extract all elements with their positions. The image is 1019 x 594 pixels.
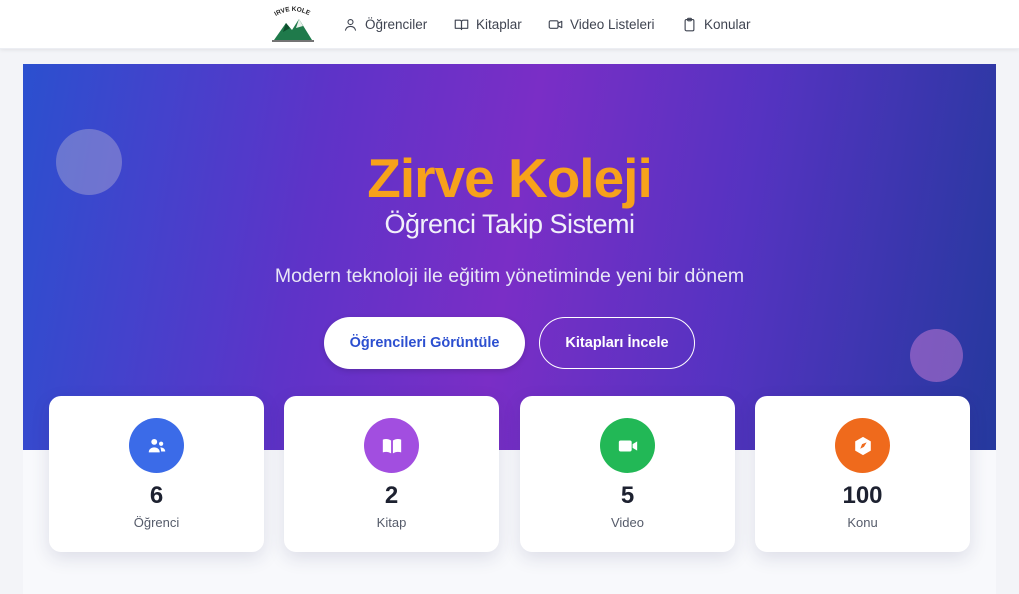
logo-icon[interactable]: ZIRVE KOLEJI <box>268 4 318 44</box>
users-icon <box>129 418 184 473</box>
decorative-circle <box>910 329 963 382</box>
nav-item-video-listeleri[interactable]: Video Listeleri <box>548 14 655 34</box>
stat-value: 2 <box>384 482 399 509</box>
hero-section: Zirve Koleji Öğrenci Takip Sistemi Moder… <box>23 64 996 450</box>
stat-value: 100 <box>842 482 883 509</box>
nav-item-ogrenciler[interactable]: Öğrenciler <box>343 14 427 34</box>
clipboard-icon <box>684 17 695 31</box>
stat-value: 5 <box>620 482 635 509</box>
hero-description: Modern teknoloji ile eğitim yönetiminde … <box>274 265 745 287</box>
stat-label: Öğrenci <box>133 515 180 530</box>
video-camera-icon <box>600 418 655 473</box>
stat-value: 6 <box>149 482 164 509</box>
user-icon <box>344 18 357 31</box>
book-open-icon <box>364 418 419 473</box>
top-navbar: ZIRVE KOLEJI Öğrenciler Kitaplar Video L… <box>0 0 1019 49</box>
stat-label: Video <box>610 515 644 530</box>
svg-text:ZIRVE KOLEJI: ZIRVE KOLEJI <box>268 4 312 18</box>
nav-item-label: Konular <box>704 16 751 32</box>
stat-card-books[interactable]: 2 Kitap <box>284 396 499 552</box>
stat-card-topics[interactable]: 100 Konu <box>755 396 970 552</box>
hero-subtitle: Öğrenci Takip Sistemi <box>384 209 635 239</box>
book-icon <box>454 19 469 30</box>
nav-item-konular[interactable]: Konular <box>682 14 751 34</box>
video-icon <box>548 19 563 29</box>
stat-label: Konu <box>847 515 878 530</box>
stat-card-students[interactable]: 6 Öğrenci <box>49 396 264 552</box>
nav-item-label: Öğrenciler <box>365 16 428 32</box>
nav-item-kitaplar[interactable]: Kitaplar <box>454 14 522 34</box>
browse-books-button[interactable]: Kitapları İncele <box>539 317 695 369</box>
hero-title: Zirve Koleji <box>367 147 652 209</box>
nav-item-label: Video Listeleri <box>570 16 655 32</box>
stat-label: Kitap <box>376 515 407 530</box>
compass-icon <box>835 418 890 473</box>
nav-item-label: Kitaplar <box>476 16 522 32</box>
view-students-button[interactable]: Öğrencileri Görüntüle <box>324 317 525 369</box>
stat-card-videos[interactable]: 5 Video <box>520 396 735 552</box>
